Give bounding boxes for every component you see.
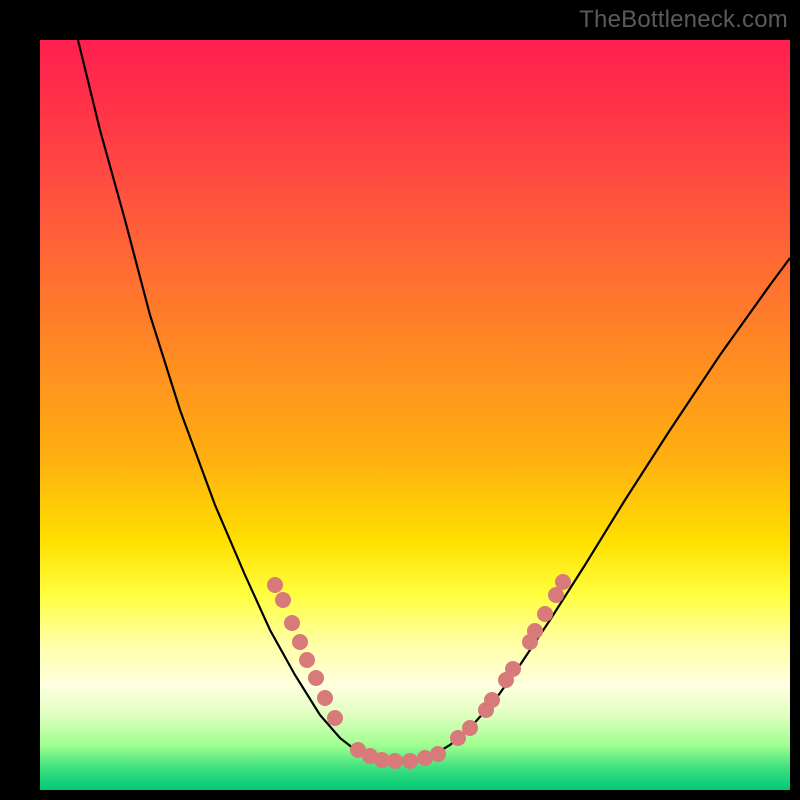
data-marker: [462, 720, 478, 736]
bottleneck-curve: [40, 40, 790, 790]
data-marker: [308, 670, 324, 686]
data-marker: [527, 623, 543, 639]
data-marker: [555, 574, 571, 590]
watermark: TheBottleneck.com: [579, 6, 788, 34]
data-marker: [417, 750, 433, 766]
data-marker: [505, 661, 521, 677]
data-marker: [284, 615, 300, 631]
plot-area: [40, 40, 790, 790]
data-marker: [350, 742, 366, 758]
data-marker: [402, 753, 418, 769]
data-marker: [478, 702, 494, 718]
data-marker: [362, 748, 378, 764]
data-marker: [275, 592, 291, 608]
data-marker: [430, 746, 446, 762]
data-marker: [299, 652, 315, 668]
data-marker: [267, 577, 283, 593]
data-marker: [537, 606, 553, 622]
data-marker: [374, 752, 390, 768]
data-marker: [548, 587, 564, 603]
data-marker: [387, 753, 403, 769]
data-marker: [522, 634, 538, 650]
data-marker: [498, 672, 514, 688]
data-marker: [484, 692, 500, 708]
chart-container: TheBottleneck.com: [0, 0, 800, 800]
data-marker: [317, 690, 333, 706]
data-marker: [327, 710, 343, 726]
data-marker: [292, 634, 308, 650]
data-marker: [450, 730, 466, 746]
